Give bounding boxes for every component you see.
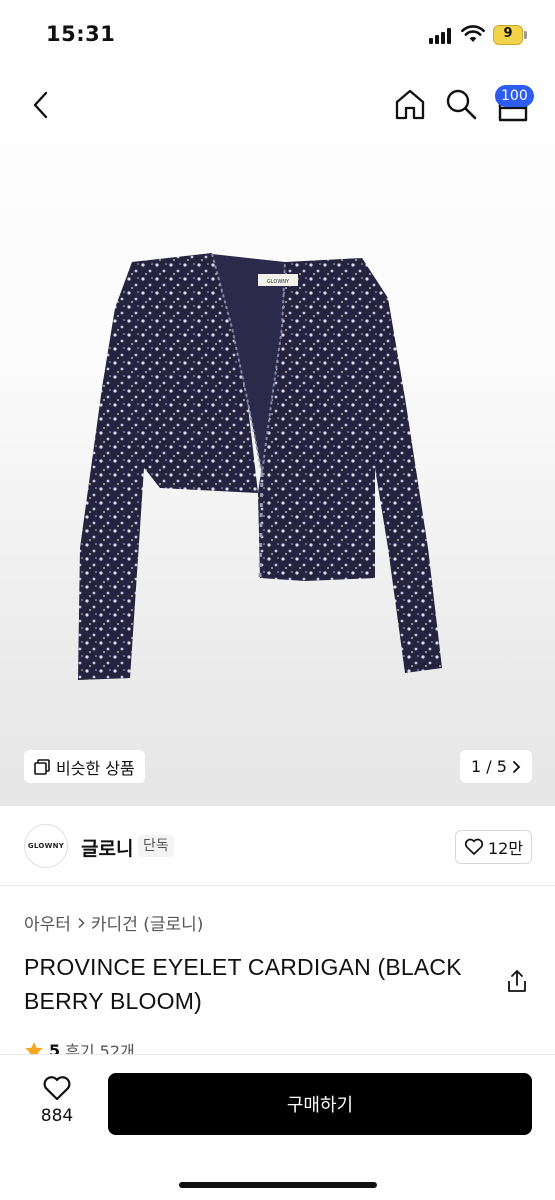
status-bar: 15:31 9 bbox=[0, 0, 555, 70]
chevron-right-icon bbox=[78, 917, 85, 928]
back-icon[interactable] bbox=[26, 88, 56, 122]
cart-count-badge: 100 bbox=[495, 85, 534, 107]
image-pager[interactable]: 1 / 5 bbox=[460, 750, 532, 783]
search-icon[interactable] bbox=[444, 87, 478, 121]
heart-icon bbox=[43, 1076, 71, 1101]
product-image[interactable]: GLOWNY bbox=[70, 248, 490, 688]
similar-products-button[interactable]: 비슷한 상품 bbox=[24, 750, 145, 783]
bottom-action-bar: 884 구매하기 bbox=[0, 1054, 555, 1200]
home-indicator bbox=[179, 1182, 377, 1188]
brand-logo[interactable]: GLOWNY bbox=[24, 824, 68, 868]
wishlist-count: 884 bbox=[40, 1106, 74, 1126]
breadcrumb: 아우터 카디건 (글로니) bbox=[24, 910, 203, 935]
breadcrumb-item[interactable]: 아우터 bbox=[24, 910, 71, 935]
brand-row[interactable]: GLOWNY 글로니 단독 12만 bbox=[0, 806, 555, 886]
share-icon[interactable] bbox=[504, 968, 530, 994]
heart-icon bbox=[464, 838, 484, 855]
brand-like-button[interactable]: 12만 bbox=[455, 830, 532, 864]
brand-logo-text: GLOWNY bbox=[27, 842, 65, 850]
wifi-icon bbox=[461, 25, 485, 42]
similar-products-label: 비슷한 상품 bbox=[56, 758, 135, 778]
buy-button[interactable]: 구매하기 bbox=[108, 1073, 532, 1135]
product-gallery[interactable]: 15:31 9 100 GLOWNY 비슷한 상품 1 / 5 bbox=[0, 0, 555, 806]
wishlist-button[interactable]: 884 bbox=[32, 1075, 82, 1135]
buy-button-label: 구매하기 bbox=[286, 1095, 354, 1116]
exclusive-badge: 단독 bbox=[138, 835, 174, 857]
breadcrumb-item[interactable]: 카디건 (글로니) bbox=[91, 910, 204, 935]
garment-tag-text: GLOWNY bbox=[267, 279, 290, 285]
signal-icon bbox=[429, 28, 455, 44]
copy-icon bbox=[34, 758, 50, 775]
battery-icon: 9 bbox=[493, 25, 527, 45]
product-title: PROVINCE EYELET CARDIGAN (BLACK BERRY BL… bbox=[24, 954, 462, 1014]
brand-name[interactable]: 글로니 bbox=[81, 834, 133, 861]
brand-like-count: 12만 bbox=[487, 839, 524, 858]
status-time: 15:31 bbox=[46, 22, 116, 46]
page-indicator: 1 / 5 bbox=[471, 757, 507, 776]
home-icon[interactable] bbox=[393, 87, 427, 121]
chevron-right-icon bbox=[513, 760, 521, 773]
battery-level: 9 bbox=[503, 26, 513, 41]
